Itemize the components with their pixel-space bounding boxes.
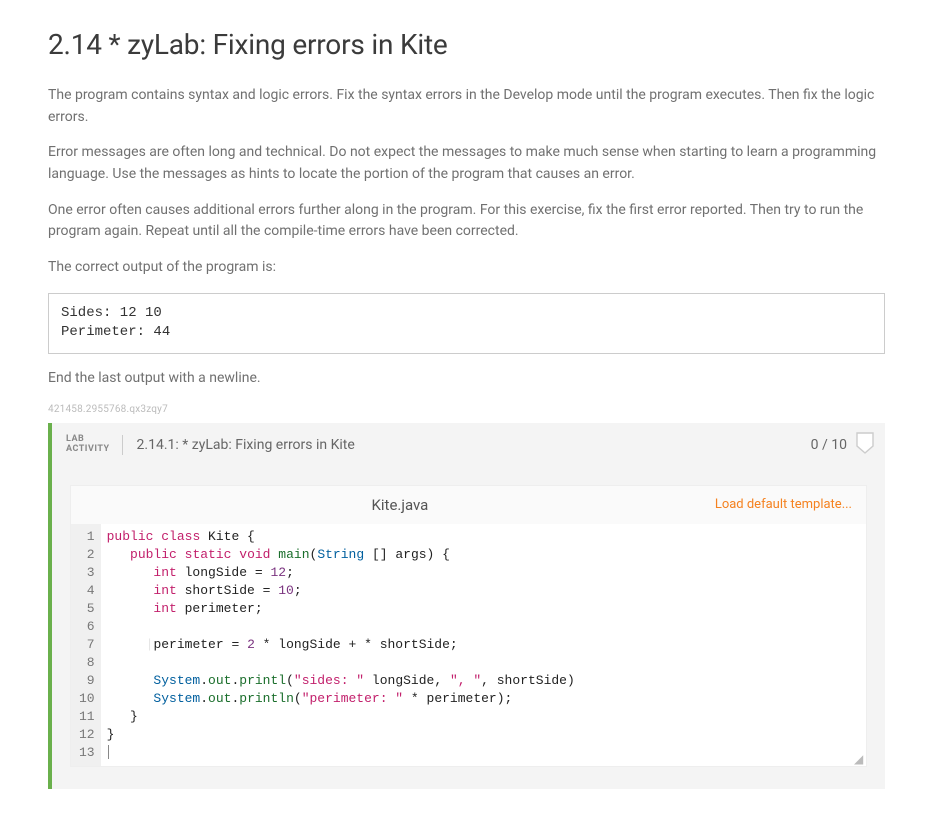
- line-number: 7: [79, 636, 95, 654]
- line-number: 2: [79, 546, 95, 564]
- file-name-label: Kite.java: [85, 496, 715, 514]
- code-line[interactable]: [107, 654, 860, 672]
- line-number: 11: [79, 708, 95, 726]
- code-line[interactable]: System.out.println("perimeter: " * perim…: [107, 690, 860, 708]
- line-number: 4: [79, 582, 95, 600]
- resize-handle-icon[interactable]: ◢: [854, 754, 864, 764]
- lab-activity-tag: LAB ACTIVITY: [66, 435, 123, 455]
- intro-paragraph-2: Error messages are often long and techni…: [48, 142, 885, 185]
- line-number: 1: [79, 528, 95, 546]
- line-number: 5: [79, 600, 95, 618]
- code-content[interactable]: public class Kite { public static void m…: [101, 524, 866, 766]
- intro-paragraph-5: End the last output with a newline.: [48, 368, 885, 390]
- line-number: 9: [79, 672, 95, 690]
- code-line[interactable]: int longSide = 12;: [107, 564, 860, 582]
- watermark-id: 421458.2955768.qx3zqy7: [48, 404, 885, 415]
- line-number: 12: [79, 726, 95, 744]
- page-title: 2.14 * zyLab: Fixing errors in Kite: [48, 28, 885, 61]
- lab-tag-line2: ACTIVITY: [66, 445, 110, 455]
- code-line[interactable]: public static void main(String [] args) …: [107, 546, 860, 564]
- file-header-bar: Kite.java Load default template...: [70, 485, 867, 524]
- line-number: 6: [79, 618, 95, 636]
- code-editor[interactable]: 12345678910111213 public class Kite { pu…: [70, 524, 867, 767]
- line-number-gutter: 12345678910111213: [71, 524, 101, 766]
- code-line[interactable]: int shortSide = 10;: [107, 582, 860, 600]
- line-number: 10: [79, 690, 95, 708]
- load-default-template-link[interactable]: Load default template...: [715, 497, 852, 512]
- shield-icon: [855, 431, 875, 459]
- intro-paragraph-4: The correct output of the program is:: [48, 257, 885, 279]
- code-line[interactable]: [107, 744, 860, 762]
- lab-score: 0 / 10: [811, 437, 847, 453]
- line-number: 13: [79, 744, 95, 762]
- expected-output-box: Sides: 12 10 Perimeter: 44: [48, 293, 885, 354]
- line-number: 3: [79, 564, 95, 582]
- intro-paragraph-3: One error often causes additional errors…: [48, 200, 885, 243]
- code-line[interactable]: int perimeter;: [107, 600, 860, 618]
- code-line[interactable]: [107, 618, 860, 636]
- lab-header: LAB ACTIVITY 2.14.1: * zyLab: Fixing err…: [52, 423, 885, 467]
- intro-paragraph-1: The program contains syntax and logic er…: [48, 85, 885, 128]
- code-line[interactable]: System.out.printl("sides: " longSide, ",…: [107, 672, 860, 690]
- code-line[interactable]: |perimeter = 2 * longSide + * shortSide;: [107, 636, 860, 654]
- code-line[interactable]: }: [107, 708, 860, 726]
- code-line[interactable]: public class Kite {: [107, 528, 860, 546]
- lab-activity-panel: LAB ACTIVITY 2.14.1: * zyLab: Fixing err…: [48, 423, 885, 789]
- line-number: 8: [79, 654, 95, 672]
- lab-title: 2.14.1: * zyLab: Fixing errors in Kite: [137, 437, 811, 453]
- code-line[interactable]: }: [107, 726, 860, 744]
- lab-body: Kite.java Load default template... 12345…: [52, 467, 885, 789]
